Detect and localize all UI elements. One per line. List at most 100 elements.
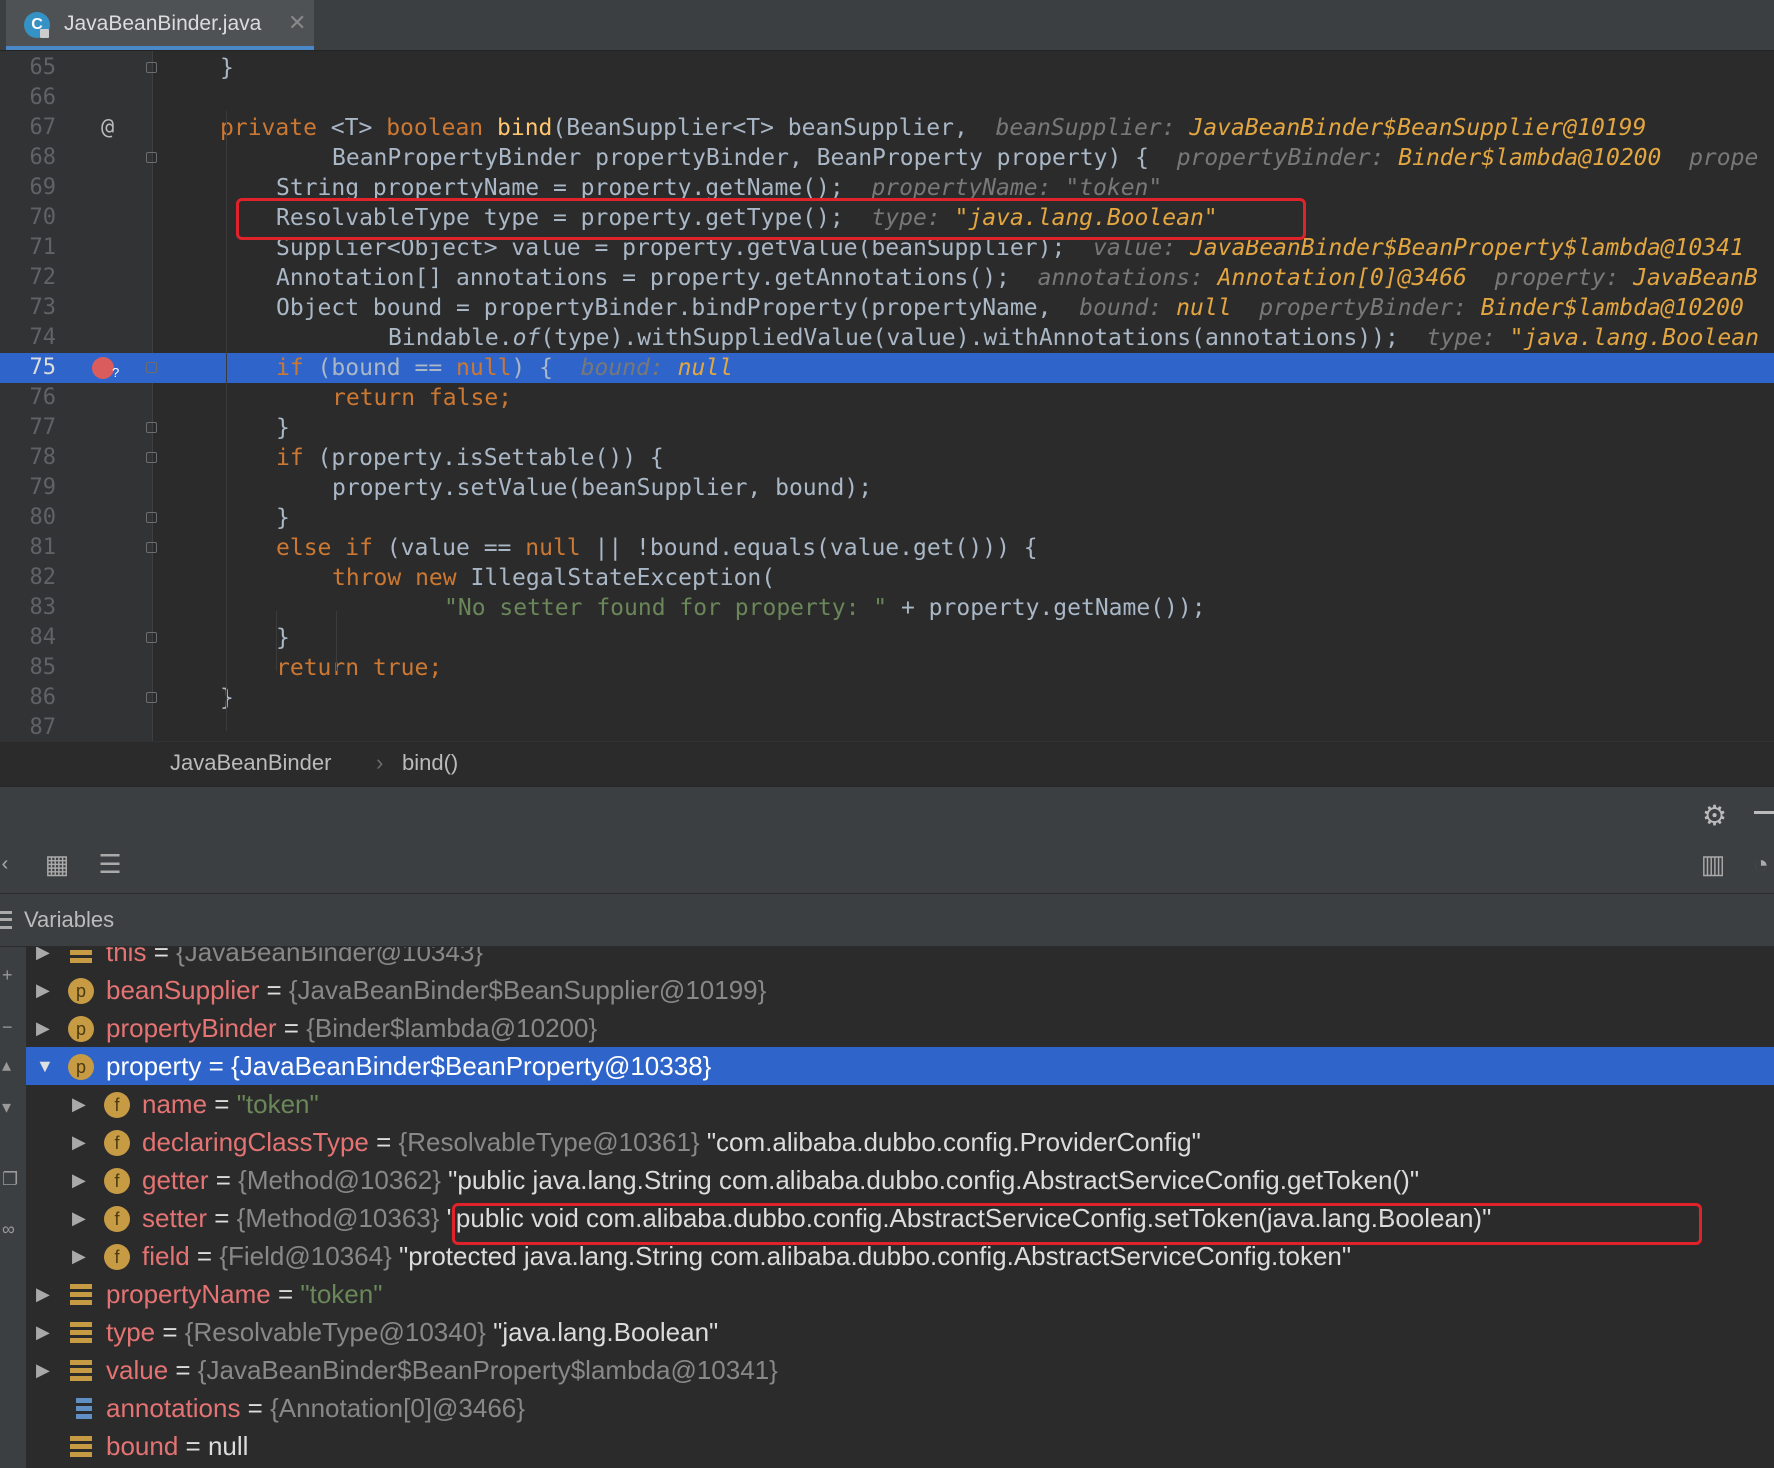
variable-row[interactable]: ▶ f field = {Field@10364} "protected java.… [26,1237,1774,1275]
expand-arrow-icon[interactable]: ▶ [72,1085,94,1123]
expand-arrow-icon[interactable]: ▼ [36,1047,58,1085]
fold-icon[interactable] [146,452,157,463]
fold-icon[interactable] [146,632,157,643]
line-number[interactable]: 82 [0,563,57,593]
line-number[interactable]: 67 [0,113,57,143]
line-number[interactable]: 73 [0,293,57,323]
variable-row[interactable]: bound = null [26,1427,1774,1465]
expand-arrow-icon[interactable]: ▶ [72,1199,94,1237]
line-number[interactable]: 74 [0,323,57,353]
arrow-icon[interactable]: ‹ [0,849,20,879]
line-number[interactable]: 83 [0,593,57,623]
breadcrumb-method[interactable]: bind() [402,750,458,776]
code-line[interactable]: 79 property.setValue(beanSupplier, bound)… [0,473,1774,503]
line-number[interactable]: 79 [0,473,57,503]
expand-arrow-icon[interactable]: ▶ [36,1275,58,1313]
line-number[interactable]: 87 [0,713,57,741]
variable-row[interactable]: ▶ value = {JavaBeanBinder$BeanProperty$la… [26,1351,1774,1389]
line-number[interactable]: 86 [0,683,57,713]
code-line[interactable]: 83 "No setter found for property: " + pro… [0,593,1774,623]
variable-row[interactable]: ▶ f name = "token" [26,1085,1774,1123]
code-line[interactable]: 78 if (property.isSettable()) { [0,443,1774,473]
expand-arrow-icon[interactable]: ▶ [72,1123,94,1161]
code-line[interactable]: 67 @ private <T> boolean bind(BeanSupplier… [0,113,1774,143]
expand-arrow-icon[interactable]: ▶ [36,971,58,1009]
watch-icon[interactable]: ∞ [2,1219,22,1239]
code-line[interactable]: 73 Object bound = propertyBinder.bindProp… [0,293,1774,323]
code-line[interactable]: 68 BeanPropertyBinder propertyBinder, Bea… [0,143,1774,173]
variable-row[interactable]: ▶ propertyName = "token" [26,1275,1774,1313]
close-icon[interactable]: ✕ [288,10,306,36]
code-line[interactable]: 77} [0,413,1774,443]
fold-icon[interactable] [146,692,157,703]
code-line[interactable]: 82 throw new IllegalStateException( [0,563,1774,593]
line-number[interactable]: 69 [0,173,57,203]
list-icon[interactable]: ☰ [95,849,125,879]
fold-icon[interactable] [146,362,157,373]
variable-row[interactable]: ▶ p beanSupplier = {JavaBeanBinder$BeanSup… [26,971,1774,1009]
line-number[interactable]: 72 [0,263,57,293]
line-number[interactable]: 68 [0,143,57,173]
variable-row[interactable]: ▼ p property = {JavaBeanBinder$BeanPropert… [26,1047,1774,1085]
code-line[interactable]: 87 [0,713,1774,741]
line-number[interactable]: 84 [0,623,57,653]
line-number[interactable]: 81 [0,533,57,563]
code-line[interactable]: 75if (bound == null) { bound: null [0,353,1774,383]
down-icon[interactable]: ▾ [2,1097,22,1117]
expand-arrow-icon[interactable]: ▶ [72,1161,94,1199]
code-line[interactable]: 69 String propertyName = property.getName… [0,173,1774,203]
variables-tree[interactable]: + − ▴ ▾ ❐ ∞ ▶ this = {JavaBeanBinder@1034… [0,947,1774,1468]
expand-arrow-icon[interactable]: ▶ [72,1237,94,1275]
override-icon[interactable]: @ [101,113,114,143]
fold-icon[interactable] [146,152,157,163]
fold-icon[interactable] [146,62,157,73]
minimize-icon[interactable] [1754,811,1774,814]
code-line[interactable]: 72 Annotation[] annotations = property.ge… [0,263,1774,293]
code-editor[interactable]: 65} 66 67 @ private <T> boolean bind(BeanSup… [0,51,1774,741]
line-number[interactable]: 70 [0,203,57,233]
restore-layout-icon[interactable]: ▥ [1698,849,1728,879]
code-line[interactable]: 76 return false; [0,383,1774,413]
expand-arrow-icon[interactable]: ▶ [36,947,58,971]
line-number[interactable]: 80 [0,503,57,533]
remove-icon[interactable]: − [2,1017,22,1037]
expand-arrow-icon[interactable]: ▶ [36,1009,58,1047]
variable-row[interactable]: ▶ p propertyBinder = {Binder$lambda@10200} [26,1009,1774,1047]
fold-icon[interactable] [146,512,157,523]
code-line[interactable]: 80} [0,503,1774,533]
variable-row[interactable]: annotations = {Annotation[0]@3466} [26,1389,1774,1427]
code-line[interactable]: 84} [0,623,1774,653]
code-line[interactable]: 65} [0,53,1774,83]
code-line[interactable]: 71 Supplier<Object> value = property.getV… [0,233,1774,263]
variable-row[interactable]: ▶ type = {ResolvableType@10340} "java.lan… [26,1313,1774,1351]
table-icon[interactable]: ▦ [42,849,72,879]
copy-icon[interactable]: ❐ [2,1169,22,1189]
line-number[interactable]: 66 [0,83,57,113]
variable-row[interactable]: ▶ f declaringClassType = {ResolvableType@1… [26,1123,1774,1161]
add-icon[interactable]: + [2,965,22,985]
variable-row[interactable]: ▶ f getter = {Method@10362} "public java.l… [26,1161,1774,1199]
code-line[interactable]: 81 else if (value == null || !bound.equal… [0,533,1774,563]
fold-icon[interactable] [146,422,157,433]
line-number[interactable]: 85 [0,653,57,683]
tab-javabeanbinder[interactable]: C JavaBeanBinder.java ✕ [6,0,314,50]
fold-icon[interactable] [146,542,157,553]
line-number[interactable]: 77 [0,413,57,443]
code-line[interactable]: 66 [0,83,1774,113]
up-icon[interactable]: ▴ [2,1055,22,1075]
expand-arrow-icon[interactable]: ▶ [36,1351,58,1389]
code-line[interactable]: 85 return true; [0,653,1774,683]
breadcrumb-class[interactable]: JavaBeanBinder [170,750,331,776]
breakpoint-icon[interactable] [92,357,119,380]
code-line[interactable]: 70 ResolvableType type = property.getType… [0,203,1774,233]
code-line[interactable]: 74 Bindable.of(type).withSuppliedValue(va… [0,323,1774,353]
line-number[interactable]: 71 [0,233,57,263]
line-number[interactable]: 78 [0,443,57,473]
expand-arrow-icon[interactable]: ▶ [36,1313,58,1351]
speedometer-icon[interactable]: ◔ [1746,849,1774,879]
variable-row[interactable]: ▶ f setter = {Method@10363} "public void c… [26,1199,1774,1237]
gear-icon[interactable]: ⚙ [1702,799,1727,832]
line-number[interactable]: 75 [0,353,57,383]
variable-row[interactable]: ▶ this = {JavaBeanBinder@10343} [26,947,1774,971]
line-number[interactable]: 65 [0,53,57,83]
